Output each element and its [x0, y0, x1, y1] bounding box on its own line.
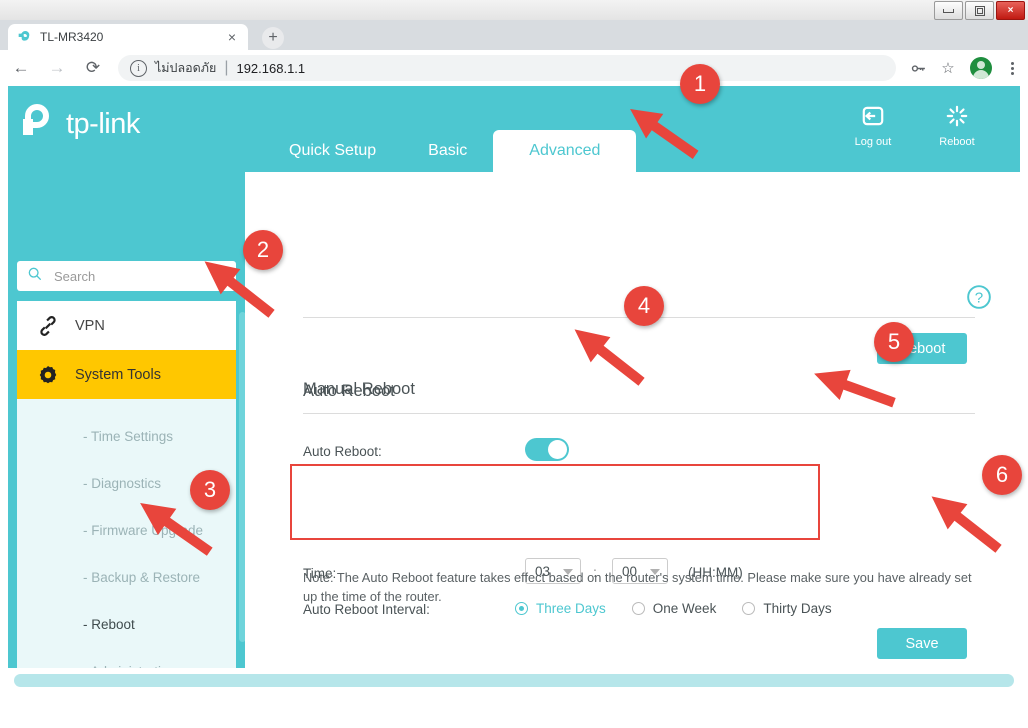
auto-reboot-toggle[interactable]	[525, 438, 569, 461]
address-bar[interactable]: i ไม่ปลอดภัย | 192.168.1.1	[118, 55, 896, 81]
vpn-link-icon	[37, 315, 63, 337]
annotation-badge-6: 6	[982, 455, 1022, 495]
annotation-arrow-5	[814, 369, 896, 408]
password-key-icon[interactable]	[904, 54, 932, 82]
close-icon[interactable]: ×	[224, 29, 240, 45]
tplink-logo: tp-link	[20, 104, 140, 144]
annotation-badge-2: 2	[243, 230, 283, 270]
tab-quick-setup[interactable]: Quick Setup	[263, 130, 402, 172]
logout-label: Log out	[854, 136, 892, 148]
profile-avatar[interactable]	[970, 57, 992, 79]
screenshot-root: × TL-MR3420 × + ← → ⟳ i ไม่ปลอดภัย | 192…	[0, 0, 1028, 728]
search-icon	[27, 266, 43, 287]
sidebar-subitem-reboot[interactable]: - Reboot	[17, 601, 236, 648]
annotation-arrow-4	[574, 329, 645, 386]
sidebar-item-vpn-label: VPN	[75, 317, 105, 334]
annotation-badge-1: 1	[680, 64, 720, 104]
forward-icon[interactable]: →	[42, 53, 72, 83]
browser-tab[interactable]: TL-MR3420 ×	[8, 24, 248, 50]
browser-menu-icon[interactable]	[998, 54, 1026, 82]
url-text: 192.168.1.1	[236, 60, 306, 76]
annotation-badge-5: 5	[874, 322, 914, 362]
browser-nav-bar: ← → ⟳ i ไม่ปลอดภัย | 192.168.1.1 ☆	[0, 50, 1028, 87]
gear-icon	[37, 364, 63, 386]
annotation-badge-3: 3	[190, 470, 230, 510]
router-nav-tabs: Quick Setup Basic Advanced	[263, 130, 637, 172]
annotation-arrow-6	[931, 496, 1002, 553]
window-close-button[interactable]: ×	[996, 1, 1025, 20]
router-header: tp-link Quick Setup Basic Advanced Log o…	[8, 86, 1020, 172]
router-content: ? Manual Reboot Reboot Auto Reboot Auto …	[245, 172, 1020, 712]
bookmark-star-icon[interactable]: ☆	[934, 54, 962, 82]
help-circle-icon[interactable]: ?	[966, 284, 992, 315]
sidebar-item-system-tools-label: System Tools	[75, 366, 161, 383]
back-icon[interactable]: ←	[6, 53, 36, 83]
sidebar-subitem-time-settings[interactable]: - Time Settings	[17, 413, 236, 460]
save-button[interactable]: Save	[877, 628, 967, 659]
minimize-icon	[943, 8, 954, 13]
tplink-logo-text: tp-link	[66, 107, 140, 140]
sidebar-item-system-tools[interactable]: System Tools	[17, 350, 236, 399]
page-horizontal-scrollbar[interactable]	[14, 674, 1014, 687]
reboot-header-button[interactable]: Reboot	[930, 103, 984, 148]
window-title-bar: ×	[0, 0, 1028, 21]
security-status-label: ไม่ปลอดภัย	[155, 61, 217, 75]
highlighted-settings-box	[290, 464, 820, 540]
tplink-favicon	[16, 29, 32, 45]
toggle-knob	[548, 440, 567, 459]
browser-tab-strip: TL-MR3420 × +	[0, 20, 1028, 50]
annotation-badge-4: 4	[624, 286, 664, 326]
window-restore-button[interactable]	[965, 1, 994, 20]
auto-reboot-note: Note: The Auto Reboot feature takes effe…	[303, 570, 972, 604]
window-controls: ×	[934, 1, 1025, 20]
auto-reboot-field-label: Auto Reboot:	[303, 444, 382, 459]
router-header-actions: Log out Reboot	[846, 103, 984, 148]
new-tab-button[interactable]: +	[262, 27, 284, 49]
annotation-arrow-1	[630, 108, 699, 159]
browser-tab-title: TL-MR3420	[40, 30, 104, 44]
reload-icon[interactable]: ⟳	[78, 53, 108, 83]
window-minimize-button[interactable]	[934, 1, 963, 20]
address-separator: |	[224, 59, 229, 76]
info-icon[interactable]: i	[130, 59, 147, 77]
logout-button[interactable]: Log out	[846, 103, 900, 148]
tab-basic[interactable]: Basic	[402, 130, 493, 172]
reboot-header-label: Reboot	[939, 136, 975, 148]
tplink-logo-icon	[20, 104, 60, 144]
restore-icon	[974, 5, 985, 16]
section-title-auto-reboot: Auto Reboot	[303, 382, 395, 400]
svg-text:?: ?	[975, 289, 983, 306]
